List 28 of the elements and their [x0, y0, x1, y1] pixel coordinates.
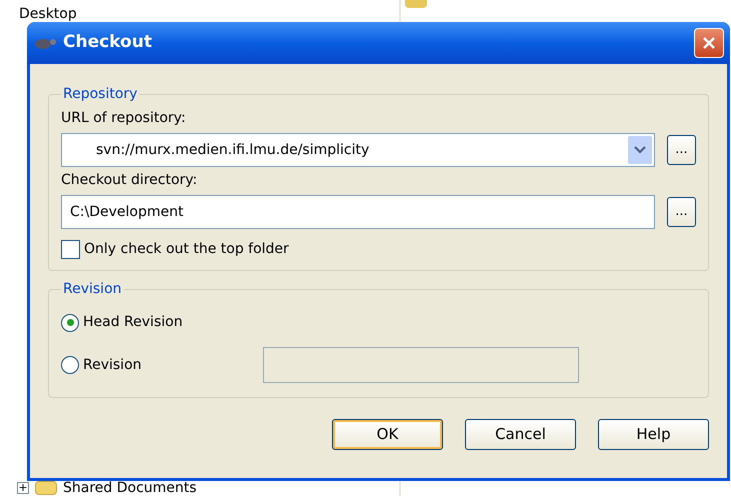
- radio-label: Head Revision: [83, 313, 184, 332]
- dialog-button[interactable]: Cancel: [465, 419, 576, 450]
- checkbox[interactable]: [61, 240, 80, 259]
- tree-item[interactable]: Desktop: [19, 5, 731, 23]
- folder-icon: [405, 0, 427, 8]
- window-title: Checkout: [63, 31, 152, 54]
- close-button[interactable]: [694, 28, 724, 58]
- chevron-down-icon: [634, 146, 646, 154]
- url-combobox[interactable]: svn://murx.medien.ifi.lmu.de/simplicity: [61, 133, 655, 167]
- dialog-button[interactable]: OK: [332, 419, 443, 450]
- expander-icon[interactable]: +: [17, 482, 29, 494]
- close-icon: [701, 35, 717, 51]
- field-label: Checkout directory:: [61, 171, 198, 190]
- group-legend: Repository: [61, 84, 140, 105]
- dropdown-button[interactable]: [628, 136, 652, 164]
- directory-field[interactable]: C:\Development: [61, 195, 655, 229]
- field-label: URL of repository:: [61, 109, 187, 128]
- radio-button[interactable]: [61, 356, 79, 374]
- tree-item[interactable]: Shared Documents: [63, 480, 197, 496]
- folder-icon: [35, 481, 57, 495]
- radio-label: Revision: [83, 356, 143, 374]
- checkbox-label: Only check out the top folder: [84, 240, 289, 259]
- radio-button[interactable]: [61, 314, 79, 332]
- group-legend: Revision: [61, 279, 124, 300]
- dialog-button[interactable]: Help: [598, 419, 709, 450]
- revision-field[interactable]: [263, 347, 579, 383]
- browse-button[interactable]: ...: [667, 135, 696, 165]
- browse-button[interactable]: ...: [667, 197, 696, 227]
